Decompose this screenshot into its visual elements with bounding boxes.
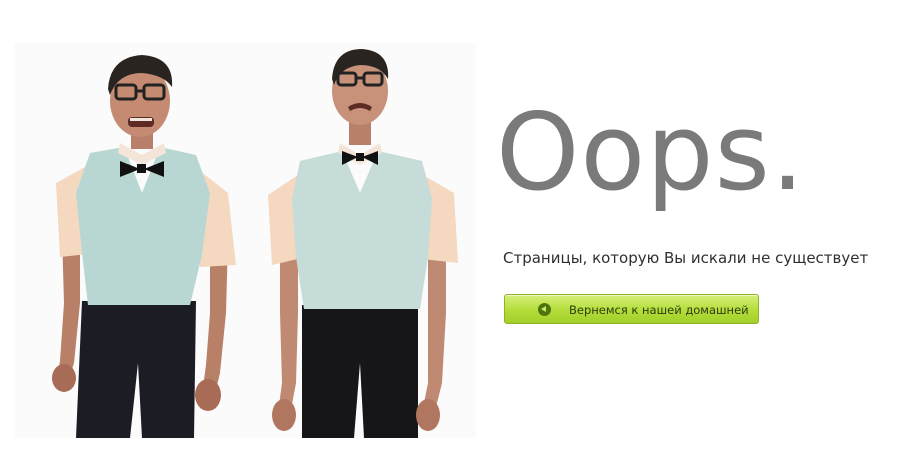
back-home-button-label: Вернемся к нашей домашней <box>569 303 749 317</box>
sad-nerd-figure <box>268 49 458 438</box>
page-title: Oops. <box>496 91 806 214</box>
angry-nerd-figure <box>52 55 236 438</box>
back-home-button[interactable]: Вернемся к нашей домашней <box>504 294 759 324</box>
error-illustration <box>14 43 476 438</box>
error-message: Страницы, которую Вы искали не существуе… <box>503 249 869 267</box>
arrow-left-circle-icon <box>538 303 551 316</box>
